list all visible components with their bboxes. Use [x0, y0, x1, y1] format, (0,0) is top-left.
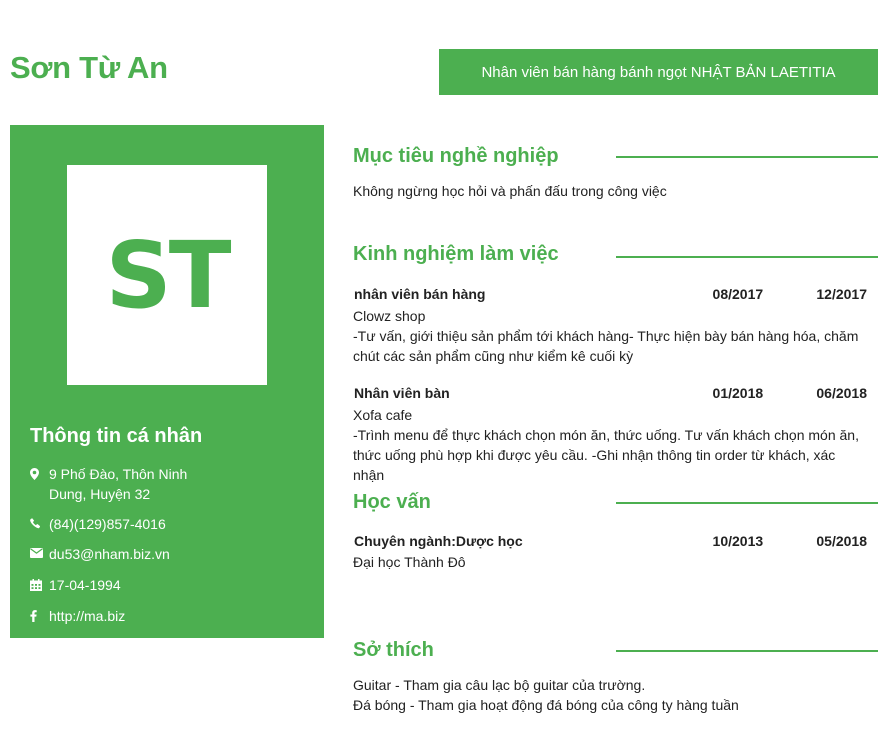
- experience-description: -Trình menu để thực khách chọn món ăn, t…: [353, 427, 859, 483]
- hobby-line: Đá bóng - Tham gia hoạt động đá bóng của…: [353, 697, 739, 713]
- birthday-text: 17-04-1994: [49, 577, 121, 593]
- education-item: Chuyên ngành:Dược học 10/2013 05/2018 Đạ…: [353, 531, 873, 572]
- email-row: du53@nham.biz.vn: [30, 544, 310, 564]
- education-end-date: 05/2018: [816, 533, 867, 549]
- phone-text: (84)(129)857-4016: [49, 516, 166, 532]
- experience-rule: [616, 256, 878, 258]
- phone-row: (84)(129)857-4016: [30, 514, 310, 534]
- facebook-icon: [30, 606, 49, 626]
- objective-text: Không ngừng học hỏi và phấn đấu trong cô…: [353, 183, 667, 199]
- website-link[interactable]: http://ma.biz: [49, 606, 289, 626]
- experience-title: Nhân viên bàn: [354, 385, 450, 401]
- experience-item: nhân viên bán hàng 08/2017 12/2017 Clowz…: [353, 284, 873, 366]
- experience-description: -Tư vấn, giới thiệu sản phẩm tới khách h…: [353, 328, 859, 364]
- education-rule: [616, 502, 878, 504]
- job-title-banner: Nhân viên bán hàng bánh ngọt NHẬT BẢN LA…: [439, 49, 878, 95]
- phone-icon: [30, 514, 49, 534]
- education-heading: Học vấn: [353, 491, 431, 513]
- experience-title: nhân viên bán hàng: [354, 286, 486, 302]
- calendar-icon: [30, 575, 49, 595]
- personal-info-title: Thông tin cá nhân: [30, 425, 203, 447]
- hobbies-heading: Sở thích: [353, 639, 434, 661]
- education-start-date: 10/2013: [712, 533, 764, 549]
- experience-start-date: 08/2017: [712, 286, 764, 302]
- envelope-icon: [30, 544, 49, 564]
- objective-heading: Mục tiêu nghề nghiệp: [353, 145, 559, 167]
- experience-end-date: 12/2017: [816, 286, 867, 302]
- candidate-name: Sơn Từ An: [10, 50, 168, 85]
- experience-company: Clowz shop: [353, 308, 426, 324]
- experience-item: Nhân viên bàn 01/2018 06/2018 Xofa cafe …: [353, 383, 873, 485]
- experience-company: Xofa cafe: [353, 407, 413, 423]
- website-row[interactable]: http://ma.biz: [30, 606, 310, 626]
- objective-rule: [616, 156, 878, 158]
- experience-heading: Kinh nghiệm làm việc: [353, 243, 559, 265]
- address-text: 9 Phố Đào, Thôn Ninh Dung, Huyện 32: [49, 466, 188, 502]
- education-major: Chuyên ngành:Dược học: [354, 533, 523, 549]
- hobby-line: Guitar - Tham gia câu lạc bộ guitar của …: [353, 677, 646, 693]
- address-row: 9 Phố Đào, Thôn Ninh Dung, Huyện 32: [30, 464, 310, 504]
- sidebar: ST Thông tin cá nhân 9 Phố Đào, Thôn Nin…: [10, 125, 324, 638]
- job-title: Nhân viên bán hàng bánh ngọt NHẬT BẢN LA…: [481, 63, 836, 81]
- hobbies-rule: [616, 650, 878, 652]
- education-school: Đại học Thành Đô: [353, 554, 466, 570]
- experience-start-date: 01/2018: [712, 385, 764, 401]
- avatar-initials: ST: [105, 221, 231, 329]
- map-marker-icon: [30, 464, 49, 504]
- email-text: du53@nham.biz.vn: [49, 546, 170, 562]
- birthday-row: 17-04-1994: [30, 575, 310, 595]
- experience-end-date: 06/2018: [816, 385, 867, 401]
- avatar: ST: [67, 165, 267, 385]
